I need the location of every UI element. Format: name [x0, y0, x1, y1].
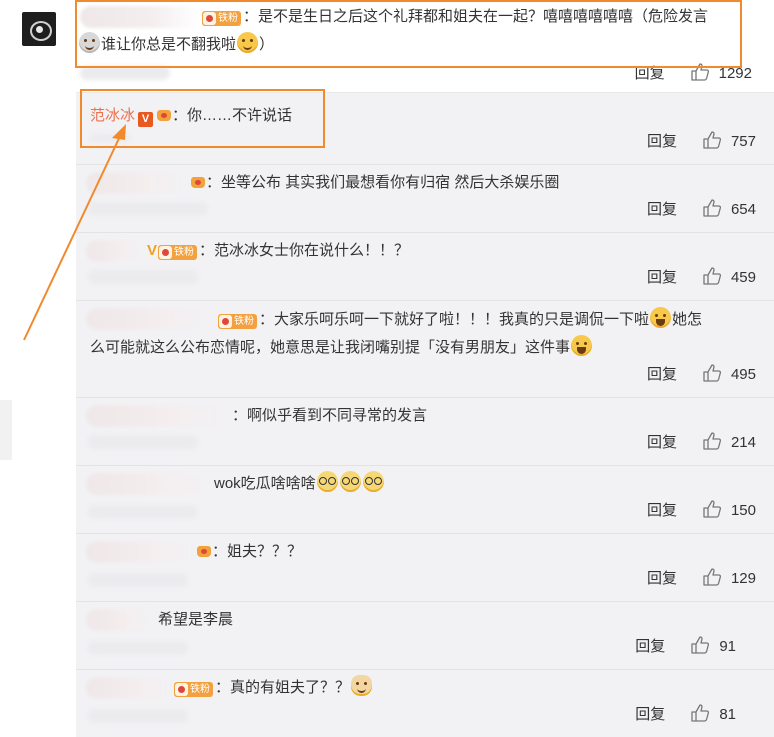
arrow-annotation: [23, 124, 126, 341]
